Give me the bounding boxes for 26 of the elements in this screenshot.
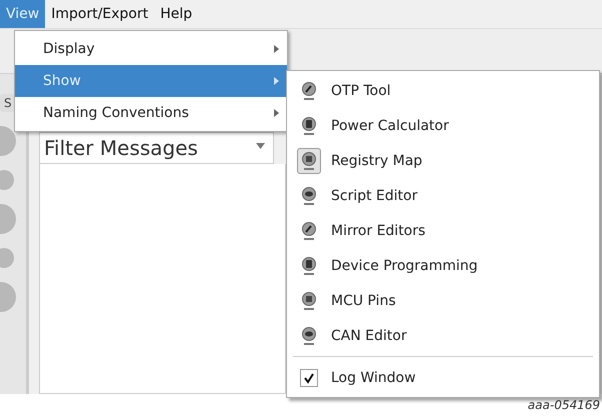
- menu-item[interactable]: Import/Export: [45, 0, 154, 28]
- round-button[interactable]: [0, 248, 14, 268]
- menu-item[interactable]: Log Window: [287, 360, 599, 395]
- menu-item[interactable]: CAN Editor: [287, 318, 599, 353]
- submenu-arrow-icon: [274, 109, 279, 117]
- gauge-icon: [301, 80, 317, 100]
- menu-item[interactable]: Device Programming: [287, 248, 599, 283]
- menu-item[interactable]: Mirror Editors: [287, 213, 599, 248]
- menu-item[interactable]: Registry Map: [287, 143, 599, 178]
- caret-icon: [256, 143, 265, 149]
- chip-icon: [301, 150, 317, 170]
- submenu-arrow-icon: [274, 45, 279, 53]
- menu-item[interactable]: MCU Pins: [287, 283, 599, 318]
- menu-item[interactable]: OTP Tool: [287, 73, 599, 108]
- eye-icon: [301, 186, 317, 206]
- cylinder-icon: [301, 116, 317, 136]
- submenu-arrow-icon: [274, 77, 279, 85]
- checkmark-icon: [303, 372, 315, 384]
- filter-dropdown[interactable]: Filter Messages: [39, 132, 274, 164]
- menu-item[interactable]: Power Calculator: [287, 108, 599, 143]
- checkbox[interactable]: [300, 368, 318, 386]
- menu-item[interactable]: Display: [15, 33, 287, 65]
- round-button[interactable]: [0, 170, 14, 190]
- figure-label: aaa-054169: [528, 398, 600, 412]
- menu-item[interactable]: Script Editor: [287, 178, 599, 213]
- menu-item[interactable]: Help: [154, 0, 198, 28]
